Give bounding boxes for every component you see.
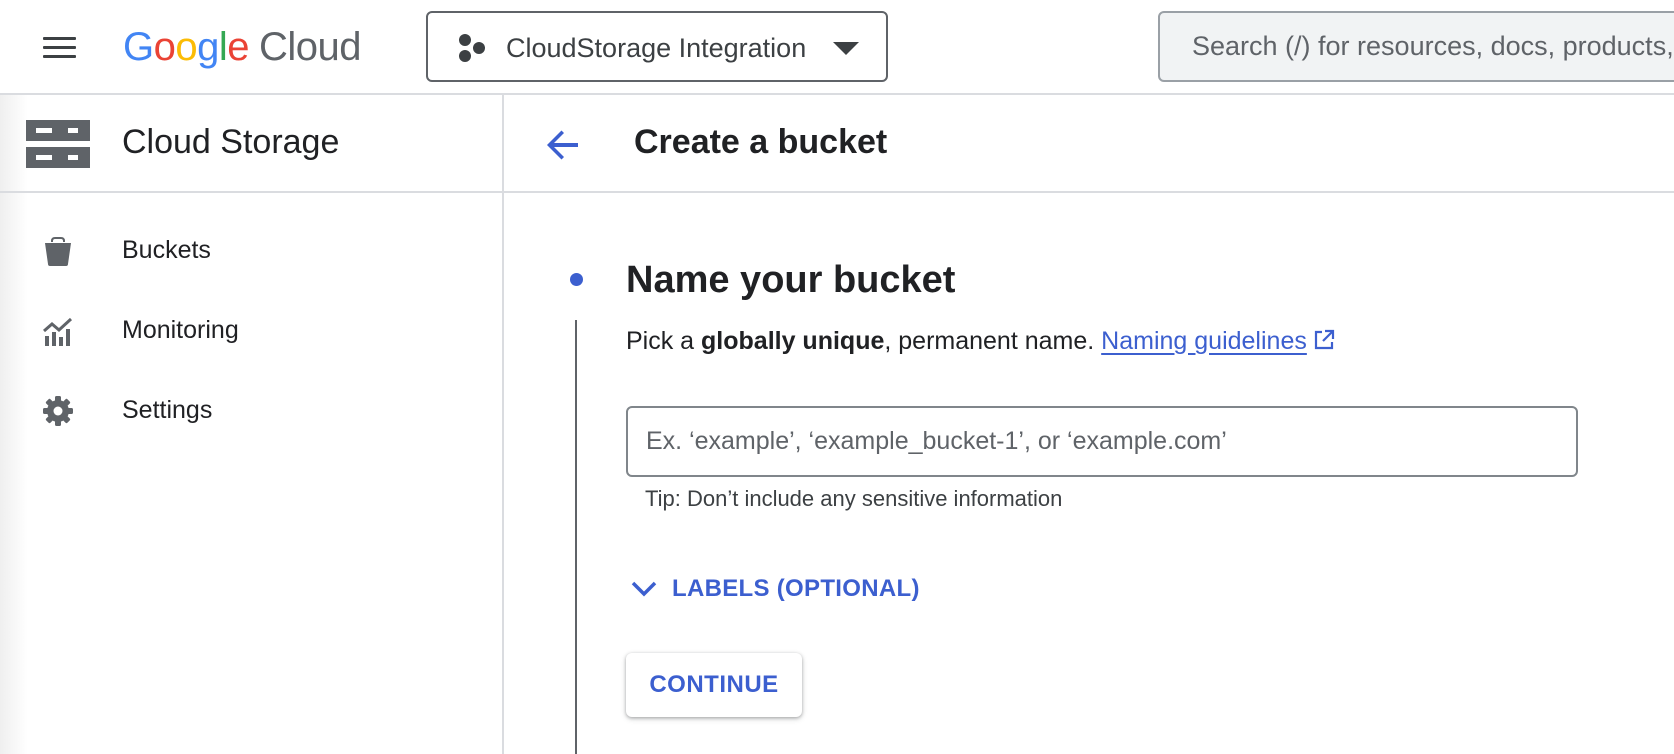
sidebar-item-label: Settings xyxy=(122,396,213,424)
section-title: Name your bucket xyxy=(626,259,956,301)
google-letter: e xyxy=(227,24,250,69)
google-wordmark: Google xyxy=(123,24,250,70)
google-letter: o xyxy=(175,24,198,69)
google-letter: G xyxy=(123,24,154,69)
chevron-down-icon xyxy=(631,581,657,597)
labels-toggle-label: LABELS (OPTIONAL) xyxy=(672,575,920,602)
sidebar-item-monitoring[interactable]: Monitoring xyxy=(0,295,502,365)
hamburger-menu-icon[interactable] xyxy=(40,34,78,62)
main-content: Create a bucket Name your bucket Pick a … xyxy=(504,95,1674,754)
desc-suffix: , permanent name. xyxy=(884,327,1102,355)
gear-icon xyxy=(43,396,73,426)
external-link-icon[interactable] xyxy=(1313,329,1335,351)
bucket-name-field[interactable] xyxy=(626,406,1578,477)
sidebar-item-buckets[interactable]: Buckets xyxy=(0,215,502,285)
input-helper-tip: Tip: Don’t include any sensitive informa… xyxy=(645,486,1063,511)
google-letter: o xyxy=(153,24,176,69)
bucket-name-input[interactable] xyxy=(628,408,1576,475)
sidebar-item-settings[interactable]: Settings xyxy=(0,375,502,445)
google-letter: g xyxy=(197,24,219,69)
cloud-storage-icon xyxy=(26,120,90,168)
naming-guidelines-link[interactable]: Naming guidelines xyxy=(1101,327,1307,355)
project-name: CloudStorage Integration xyxy=(506,33,807,63)
back-arrow-icon[interactable] xyxy=(540,123,584,167)
search-input[interactable] xyxy=(1160,13,1674,80)
continue-button[interactable]: CONTINUE xyxy=(626,653,802,717)
section-description: Pick a globally unique, permanent name. … xyxy=(626,327,1335,356)
project-picker-button[interactable]: CloudStorage Integration xyxy=(426,11,888,82)
sidebar: Cloud Storage Buckets Monitoring Setting… xyxy=(0,95,504,754)
search-bar[interactable] xyxy=(1158,11,1674,82)
link-text: Naming guidelines xyxy=(1101,327,1307,355)
project-hexagons-icon xyxy=(459,34,485,62)
bucket-icon xyxy=(45,237,71,266)
monitoring-chart-icon xyxy=(43,317,73,346)
google-letter: l xyxy=(218,24,228,69)
sidebar-item-label: Buckets xyxy=(122,236,211,264)
desc-bold: globally unique xyxy=(701,327,885,355)
main-header: Create a bucket xyxy=(504,95,1674,193)
desc-prefix: Pick a xyxy=(626,327,702,355)
page-title: Create a bucket xyxy=(634,123,888,161)
sidebar-item-label: Monitoring xyxy=(122,316,239,344)
step-connector-line xyxy=(575,320,577,754)
cloud-wordmark: Cloud xyxy=(259,24,362,69)
google-cloud-logo[interactable]: Google Cloud xyxy=(123,22,362,72)
step-indicator-dot xyxy=(570,273,583,286)
sidebar-header: Cloud Storage xyxy=(0,95,502,193)
sidebar-title: Cloud Storage xyxy=(122,123,340,161)
top-bar: Google Cloud CloudStorage Integration xyxy=(0,0,1674,95)
chevron-down-icon xyxy=(833,42,859,55)
